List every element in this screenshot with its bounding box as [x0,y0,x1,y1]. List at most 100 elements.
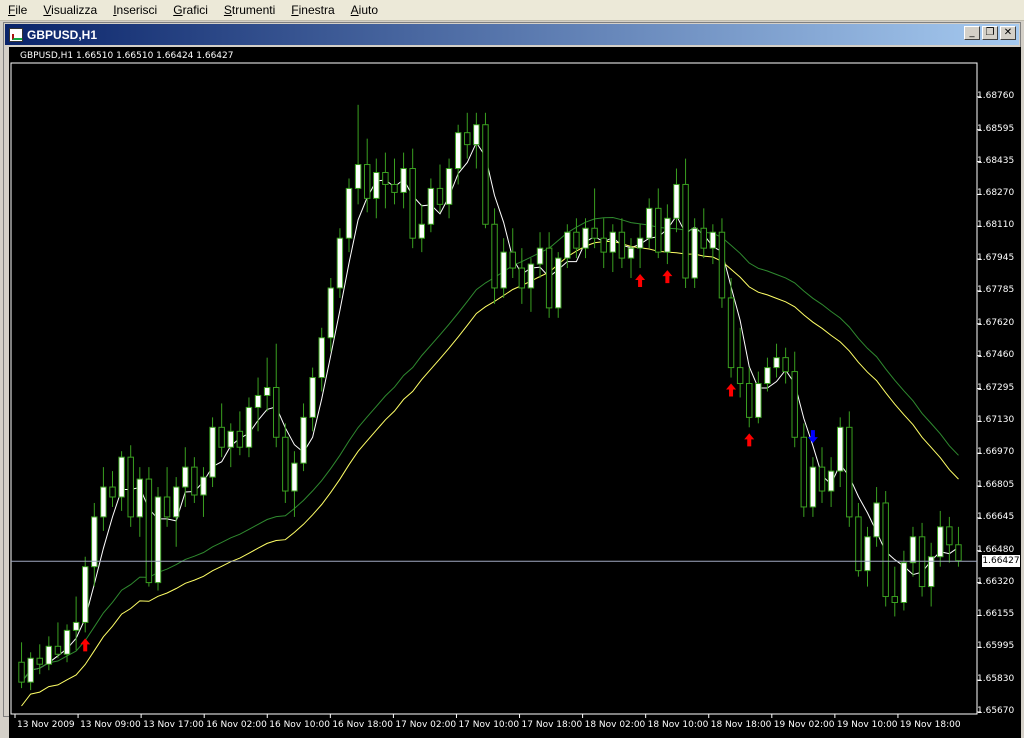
plot-frame [10,62,978,715]
candle-body [609,231,617,253]
candle-body [336,237,344,289]
menu-file[interactable]: File [0,3,35,17]
window-controls: _ ❐ ✕ [964,26,1016,40]
candle-body [127,456,134,518]
candle-body [691,227,698,279]
time-axis-label: 13 Nov 2009 [17,720,75,730]
candle-body [727,297,735,369]
candle-body [800,436,808,508]
candle-body [791,371,798,438]
candle-body [409,168,416,239]
price-axis-label: 1.65830 [977,674,1015,685]
candle-body [700,227,707,249]
candle-body [827,470,835,492]
menu-strumenti[interactable]: Strumenti [216,3,283,17]
time-axis-label: 19 Nov 18:00 [899,720,961,730]
buy-arrow-icon [726,383,737,397]
price-axis-label: 1.65995 [977,641,1015,652]
candle-body [382,172,389,185]
candle-body [818,466,826,492]
menu-visualizza[interactable]: Visualizza [35,3,105,17]
price-axis-label: 1.65670 [977,706,1015,716]
restore-button[interactable]: ❐ [982,26,998,40]
price-axis-label: 1.67945 [977,253,1015,264]
candle-body [63,629,71,655]
candle-body [109,486,116,498]
candle-body [473,124,480,146]
candle-body [718,231,726,299]
candle-body [445,168,453,205]
menu-inserisci[interactable]: Inserisci [105,3,165,17]
close-button[interactable]: ✕ [1000,26,1016,40]
time-axis-label: 18 Nov 18:00 [710,720,772,730]
candle-body [909,536,917,564]
candle-body [937,526,944,558]
candle-body [209,426,216,478]
candle-body [254,394,262,408]
candle-body [591,227,598,239]
candle-body [418,223,426,239]
price-axis-label: 1.66805 [977,480,1015,491]
candle-body [764,367,771,385]
menu-grafici[interactable]: Grafici [165,3,216,17]
candle-body [245,406,253,448]
candle-body [464,132,471,146]
menu-aiuto[interactable]: Aiuto [343,3,386,17]
time-axis-label: 19 Nov 02:00 [773,720,835,730]
candle-body [391,183,398,193]
price-axis-label: 1.66970 [977,447,1015,458]
time-axis-label: 18 Nov 10:00 [647,720,709,730]
time-axis-label: 17 Nov 02:00 [395,720,457,730]
candle-body [782,357,789,373]
candle-body [636,237,644,249]
candle-body [454,132,462,170]
candle-body [491,223,498,289]
candle-body [855,516,862,572]
candle-body [655,207,662,253]
candle-body [136,478,144,518]
candle-body [536,247,544,265]
candle-body [227,430,234,448]
price-axis-label: 1.68595 [977,123,1015,134]
time-axis-label: 13 Nov 09:00 [80,720,141,730]
candle-body [809,466,817,508]
mid-moving-average [21,240,959,707]
candle-body [27,657,34,683]
candle-body [955,544,962,562]
candle-body [864,536,871,572]
minimize-button[interactable]: _ [964,26,980,40]
chart-window-icon [9,27,23,42]
candle-body [263,387,271,396]
candle-body [191,466,198,496]
candle-body [91,516,98,568]
price-axis-label: 1.68270 [977,188,1015,199]
chart-area[interactable]: GBPUSD,H1 1.66510 1.66510 1.66424 1.6642… [9,47,1021,738]
candle-body [709,231,717,249]
candle-body [545,247,553,309]
window-titlebar[interactable]: GBPUSD,H1 _ ❐ ✕ [5,24,1019,45]
candle-body [363,164,371,199]
candle-body [755,383,762,418]
price-axis-label: 1.66480 [977,544,1015,555]
symbol-info: GBPUSD,H1 1.66510 1.66510 1.66424 1.6642… [20,51,234,61]
candle-body [427,187,435,225]
candle-body [500,251,507,289]
price-axis-label: 1.66320 [977,576,1015,587]
candle-body [773,357,780,369]
candle-body [573,231,580,249]
price-axis-label: 1.67620 [977,317,1015,328]
candle-body [946,526,953,546]
candle-body [645,207,653,239]
menu-finestra[interactable]: Finestra [283,3,342,17]
price-chart[interactable] [9,47,1021,738]
price-axis-label: 1.68435 [977,155,1015,166]
candle-body [600,237,607,253]
candle-body [354,164,362,189]
candle-body [882,502,889,598]
candle-body [618,231,626,259]
chart-window: GBPUSD,H1 _ ❐ ✕ GBPUSD,H1 1.66510 1.6651… [3,22,1021,738]
price-axis-label: 1.67785 [977,284,1015,295]
candle-body [100,486,107,518]
candle-body [291,462,298,492]
candle-body [373,172,380,199]
